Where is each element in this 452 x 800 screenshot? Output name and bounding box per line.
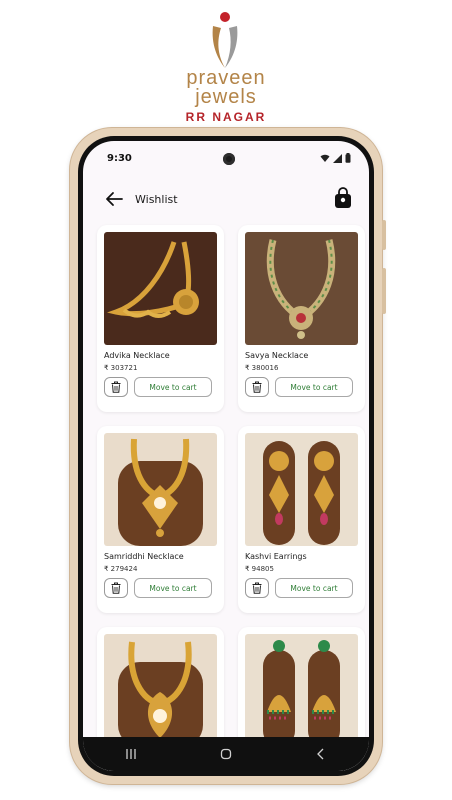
wifi-icon (320, 154, 330, 162)
card-actions: Move to cart (245, 377, 358, 397)
status-time: 9:30 (107, 153, 132, 164)
product-image[interactable] (104, 433, 217, 546)
brand-mark-icon (212, 12, 238, 68)
delete-button[interactable] (104, 377, 128, 397)
brand-name-line2: jewels (195, 86, 257, 108)
brand-location: RR NAGAR (185, 110, 267, 124)
trash-icon (252, 582, 262, 594)
product-price: ₹ 303721 (104, 364, 138, 372)
move-to-cart-button[interactable]: Move to cart (134, 578, 212, 598)
product-name: Samriddhi Necklace (104, 552, 184, 561)
product-image[interactable] (104, 232, 217, 345)
product-name: Kashvi Earrings (245, 552, 307, 561)
wishlist-card[interactable]: Samriddhi Necklace ₹ 279424 Move to cart (97, 426, 224, 613)
product-name: Advika Necklace (104, 351, 170, 360)
wishlist-card[interactable]: Kashvi Earrings ₹ 94805 Move to cart (238, 426, 365, 613)
brand-logo: praveen jewels RR NAGAR (0, 0, 452, 130)
product-image[interactable] (245, 232, 358, 345)
delete-button[interactable] (104, 578, 128, 598)
battery-icon (345, 153, 351, 163)
product-image[interactable] (245, 433, 358, 546)
signal-icon (333, 153, 342, 163)
status-icons (320, 153, 351, 163)
recents-icon (126, 749, 136, 759)
product-name: Savya Necklace (245, 351, 309, 360)
volume-button (382, 220, 386, 250)
wishlist-grid: Advika Necklace ₹ 303721 Move to cart Sa… (97, 225, 367, 771)
product-price: ₹ 380016 (245, 364, 279, 372)
move-to-cart-button[interactable]: Move to cart (134, 377, 212, 397)
power-button (382, 268, 386, 314)
card-actions: Move to cart (245, 578, 358, 598)
card-actions: Move to cart (104, 578, 217, 598)
card-actions: Move to cart (104, 377, 217, 397)
trash-icon (111, 381, 121, 393)
brand-name-line1: praveen (186, 67, 266, 89)
back-chevron-icon (317, 748, 324, 760)
status-bar: 9:30 (83, 141, 369, 169)
trash-icon (252, 381, 262, 393)
move-to-cart-button[interactable]: Move to cart (275, 578, 353, 598)
product-image[interactable] (245, 634, 358, 747)
product-image[interactable] (104, 634, 217, 747)
arrow-left-icon[interactable] (105, 191, 123, 207)
phone-frame: 9:30 Wishlist Advika Necklace ₹ 303721 M… (70, 128, 386, 784)
product-price: ₹ 279424 (104, 565, 138, 573)
shopping-bag-icon[interactable] (333, 187, 353, 209)
back-nav-button[interactable] (306, 742, 336, 766)
phone-bezel: 9:30 Wishlist Advika Necklace ₹ 303721 M… (78, 136, 374, 776)
system-nav-bar (83, 737, 369, 771)
home-button[interactable] (211, 742, 241, 766)
wishlist-card[interactable]: Savya Necklace ₹ 380016 Move to cart (238, 225, 365, 412)
trash-icon (111, 582, 121, 594)
delete-button[interactable] (245, 578, 269, 598)
app-screen: 9:30 Wishlist Advika Necklace ₹ 303721 M… (83, 141, 369, 771)
wishlist-card[interactable]: Advika Necklace ₹ 303721 Move to cart (97, 225, 224, 412)
move-to-cart-button[interactable]: Move to cart (275, 377, 353, 397)
recents-button[interactable] (116, 742, 146, 766)
app-bar: Wishlist (83, 181, 369, 217)
front-camera (223, 153, 235, 165)
home-icon (220, 748, 232, 760)
page-title: Wishlist (135, 193, 178, 206)
product-price: ₹ 94805 (245, 565, 274, 573)
delete-button[interactable] (245, 377, 269, 397)
